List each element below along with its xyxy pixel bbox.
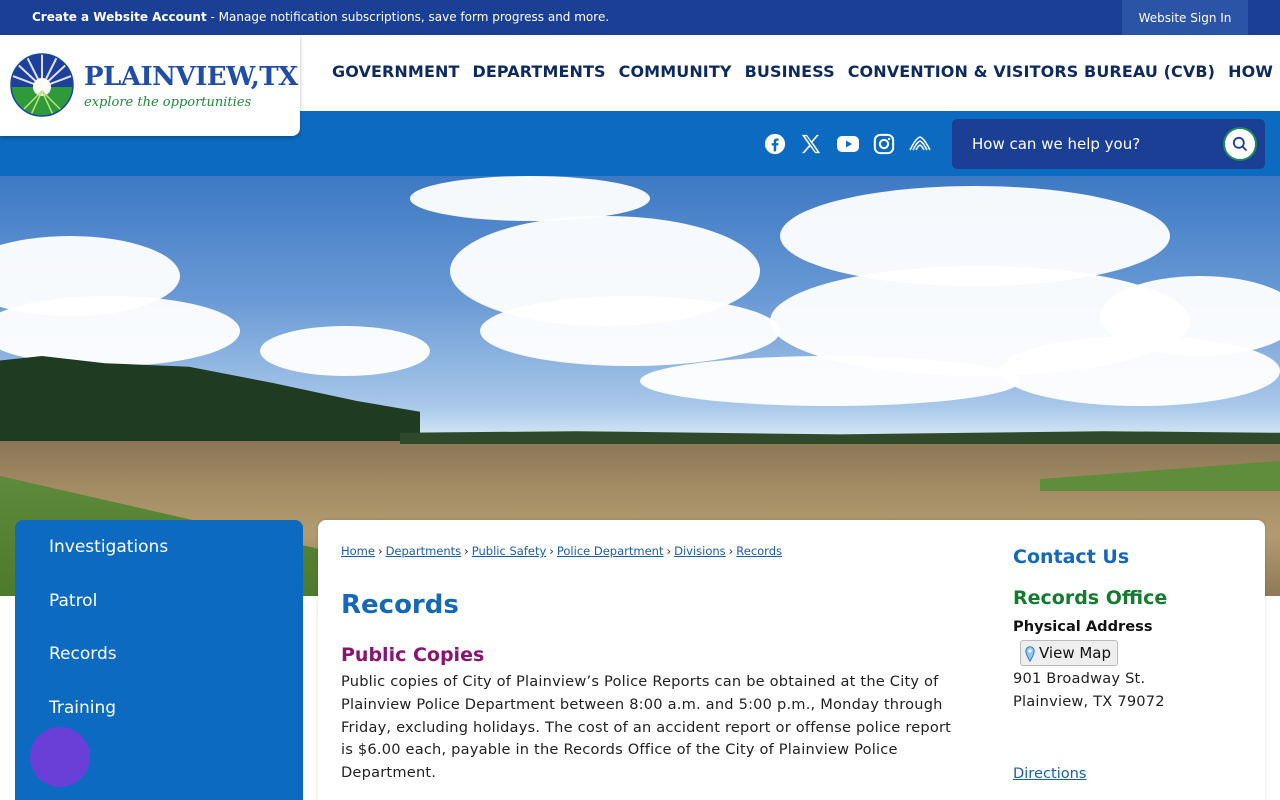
subnav-item-investigations[interactable]: Investigations	[49, 537, 168, 557]
nav-business[interactable]: BUSINESS	[745, 62, 835, 81]
nav-how-do-i[interactable]: HOW DO I...	[1228, 62, 1280, 81]
subnav-item-patrol[interactable]: Patrol	[49, 591, 97, 611]
logo-tagline: explore the opportunities	[84, 95, 252, 110]
logo-link[interactable]: PLAINVIEW,TX explore the opportunities	[0, 35, 300, 136]
sun-emblem-icon	[10, 53, 74, 117]
x-icon[interactable]	[799, 132, 823, 156]
breadcrumb-public-safety[interactable]: Public Safety	[472, 544, 546, 558]
view-map-label: View Map	[1039, 644, 1112, 662]
subnav-item-training[interactable]: Training	[49, 698, 116, 718]
chat-widget-button[interactable]	[30, 727, 90, 787]
records-paragraph: Public copies of City of Plainview’s Pol…	[341, 673, 952, 782]
map-pin-icon	[1025, 646, 1035, 662]
create-account-label[interactable]: Create a Website Account	[32, 10, 207, 24]
address-label: Physical Address	[1013, 618, 1153, 635]
nav-cvb[interactable]: CONVENTION & VISITORS BUREAU (CVB)	[848, 62, 1215, 81]
breadcrumb-records[interactable]: Records	[736, 544, 782, 558]
subnav-item-records[interactable]: Records	[49, 644, 117, 664]
search-input[interactable]	[962, 127, 1212, 161]
main-nav: GOVERNMENT DEPARTMENTS COMMUNITY BUSINES…	[332, 62, 1280, 81]
breadcrumb-home[interactable]: Home	[341, 544, 375, 558]
nav-community[interactable]: COMMUNITY	[619, 62, 732, 81]
search-bar	[952, 119, 1265, 169]
nav-departments[interactable]: DEPARTMENTS	[472, 62, 605, 81]
agency-icon[interactable]	[908, 132, 932, 156]
page-title: Records	[341, 590, 459, 620]
utility-bar: Create a Website Account - Manage notifi…	[0, 0, 1280, 35]
sign-in-button[interactable]: Website Sign In	[1122, 0, 1248, 35]
nav-government[interactable]: GOVERNMENT	[332, 62, 459, 81]
logo-name: PLAINVIEW,TX	[84, 62, 298, 92]
content-card: Home › Departments › Public Safety › Police De…	[318, 520, 1265, 800]
search-icon	[1232, 136, 1248, 152]
section-title: Public Copies	[341, 644, 485, 666]
breadcrumb-police-department[interactable]: Police Department	[557, 544, 664, 558]
breadcrumb: Home › Departments › Public Safety › Police De…	[341, 544, 782, 558]
address-line-1: 901 Broadway St.	[1013, 670, 1146, 687]
directions-link[interactable]: Directions	[1013, 765, 1087, 782]
youtube-icon[interactable]	[836, 132, 860, 156]
instagram-icon[interactable]	[872, 132, 896, 156]
facebook-icon[interactable]	[763, 132, 787, 156]
create-account-link[interactable]: Create a Website Account - Manage notifi…	[32, 10, 609, 24]
breadcrumb-departments[interactable]: Departments	[386, 544, 462, 558]
contact-heading: Contact Us	[1013, 546, 1130, 568]
breadcrumb-divisions[interactable]: Divisions	[674, 544, 726, 558]
view-map-button[interactable]: View Map	[1020, 640, 1118, 666]
office-name: Records Office	[1013, 587, 1168, 609]
address-line-2: Plainview, TX 79072	[1013, 693, 1165, 710]
search-button[interactable]	[1223, 127, 1257, 161]
create-account-desc: - Manage notification subscriptions, sav…	[206, 10, 610, 24]
